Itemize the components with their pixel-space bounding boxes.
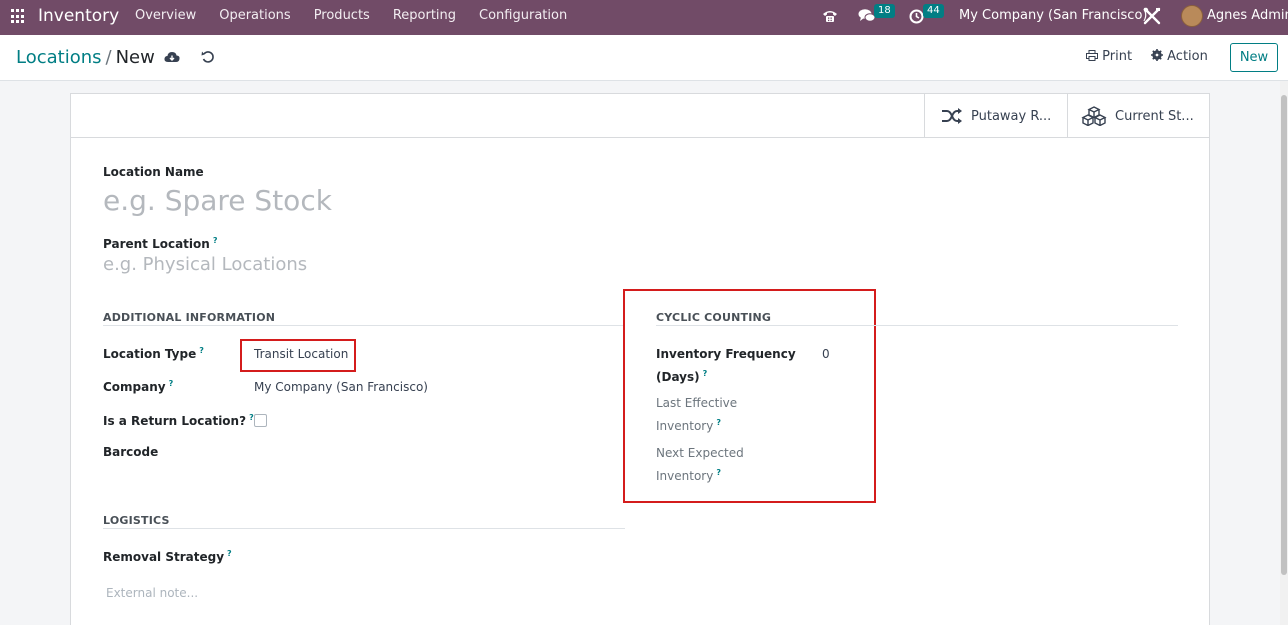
current-stock-button[interactable]: Current St...: [1067, 94, 1209, 138]
printer-icon: [1086, 50, 1098, 61]
additional-info-divider: [103, 325, 625, 326]
menu-products[interactable]: Products: [314, 8, 370, 23]
shuffle-icon: [942, 108, 962, 124]
app-name[interactable]: Inventory: [38, 6, 119, 26]
main-menu: Overview Operations Products Reporting C…: [135, 8, 590, 23]
inventory-frequency-label-line2: (Days): [656, 370, 700, 384]
company-label-text: Company: [103, 380, 166, 394]
save-cloud-icon[interactable]: [164, 50, 180, 64]
new-button[interactable]: New: [1230, 43, 1278, 72]
action-button[interactable]: Action: [1151, 49, 1208, 64]
apps-grid-icon[interactable]: [11, 9, 26, 24]
user-name[interactable]: Agnes Admin: [1207, 8, 1288, 23]
user-avatar[interactable]: [1181, 5, 1203, 27]
next-expected-inventory-label: Next Expected Inventory?: [656, 444, 744, 486]
next-expected-label-line2: Inventory: [656, 469, 714, 483]
messages-badge: 18: [874, 4, 895, 18]
cyclic-counting-title: CYCLIC COUNTING: [656, 311, 772, 324]
location-type-highlight: [240, 339, 356, 372]
parent-location-label-text: Parent Location: [103, 237, 210, 251]
last-effective-inventory-label: Last Effective Inventory?: [656, 394, 737, 436]
return-location-checkbox[interactable]: [254, 414, 267, 427]
top-navbar: Inventory Overview Operations Products R…: [0, 0, 1288, 35]
location-name-input[interactable]: e.g. Spare Stock: [103, 184, 332, 217]
control-panel: Locations / New Print Action New: [0, 35, 1288, 81]
breadcrumb-separator: /: [105, 47, 112, 68]
cyclic-counting-divider: [656, 325, 1178, 326]
discard-undo-icon[interactable]: [201, 50, 215, 64]
clock-icon[interactable]: [909, 9, 924, 24]
action-label: Action: [1167, 49, 1208, 64]
page-scrollbar[interactable]: [1280, 81, 1288, 625]
location-name-label: Location Name: [103, 165, 204, 179]
menu-reporting[interactable]: Reporting: [393, 8, 456, 23]
smart-button-box: Putaway R... Current St...: [71, 94, 1209, 138]
current-stock-label: Current St...: [1115, 108, 1194, 124]
help-icon[interactable]: ?: [703, 369, 708, 378]
menu-operations[interactable]: Operations: [219, 8, 290, 23]
menu-configuration[interactable]: Configuration: [479, 8, 567, 23]
additional-info-title: ADDITIONAL INFORMATION: [103, 311, 276, 324]
help-icon[interactable]: ?: [213, 236, 218, 245]
removal-strategy-label-text: Removal Strategy: [103, 550, 225, 564]
location-type-label-text: Location Type: [103, 347, 197, 361]
form-sheet: Putaway R... Current St... Location Name…: [70, 93, 1210, 625]
inventory-frequency-label: Inventory Frequency (Days)?: [656, 345, 796, 387]
print-button[interactable]: Print: [1086, 49, 1132, 64]
inventory-frequency-input[interactable]: 0: [822, 347, 830, 361]
help-icon[interactable]: ?: [199, 346, 204, 355]
help-icon[interactable]: ?: [227, 549, 232, 558]
gear-icon: [1151, 49, 1163, 61]
putaway-rules-button[interactable]: Putaway R...: [924, 94, 1067, 138]
breadcrumb-current: New: [115, 47, 155, 68]
logistics-divider: [103, 528, 625, 529]
putaway-rules-label: Putaway R...: [971, 108, 1052, 124]
phone-icon[interactable]: [822, 9, 838, 23]
help-icon[interactable]: ?: [716, 418, 721, 427]
parent-location-label: Parent Location?: [103, 236, 217, 251]
external-note-input[interactable]: External note...: [106, 586, 198, 600]
activities-badge: 44: [923, 4, 944, 18]
inventory-frequency-label-line1: Inventory Frequency: [656, 347, 796, 361]
parent-location-input[interactable]: e.g. Physical Locations: [103, 254, 307, 275]
removal-strategy-label: Removal Strategy?: [103, 549, 232, 564]
debug-tools-icon[interactable]: [1143, 7, 1161, 25]
menu-overview[interactable]: Overview: [135, 8, 196, 23]
barcode-label: Barcode: [103, 445, 159, 459]
company-field[interactable]: My Company (San Francisco): [254, 380, 428, 394]
logistics-title: LOGISTICS: [103, 514, 170, 527]
last-effective-label-line2: Inventory: [656, 419, 714, 433]
breadcrumb-locations[interactable]: Locations: [16, 47, 102, 68]
location-type-label: Location Type?: [103, 346, 204, 361]
scrollbar-thumb[interactable]: [1281, 95, 1287, 575]
help-icon[interactable]: ?: [249, 413, 254, 422]
company-label: Company?: [103, 379, 173, 394]
help-icon[interactable]: ?: [169, 379, 174, 388]
company-switcher[interactable]: My Company (San Francisco): [959, 8, 1147, 23]
print-label: Print: [1102, 49, 1133, 64]
next-expected-label-line1: Next Expected: [656, 446, 744, 460]
breadcrumb: Locations / New: [16, 47, 155, 68]
return-location-label: Is a Return Location??: [103, 413, 254, 428]
return-location-label-text: Is a Return Location?: [103, 414, 247, 428]
cubes-icon: [1081, 106, 1107, 126]
last-effective-label-line1: Last Effective: [656, 396, 738, 410]
help-icon[interactable]: ?: [716, 468, 721, 477]
